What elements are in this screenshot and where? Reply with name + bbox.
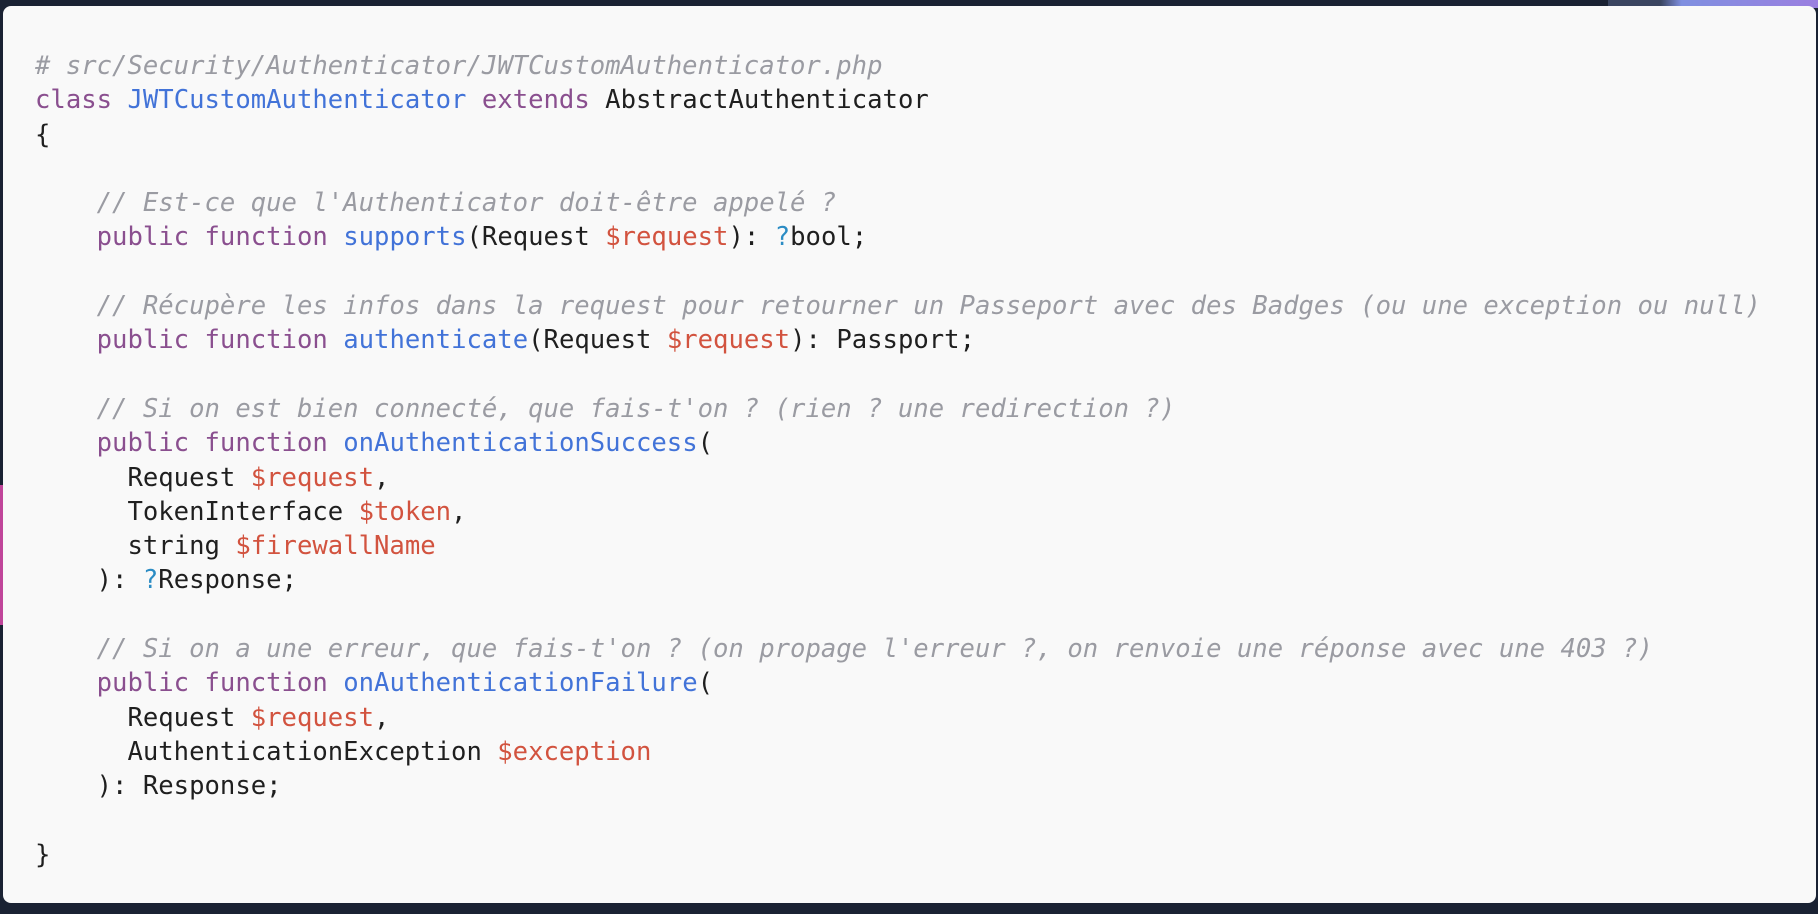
code-text: (Request (528, 325, 667, 356)
code-line: public function onAuthenticationSuccess( (35, 426, 1816, 460)
code-window: # src/Security/Authenticator/JWTCustomAu… (3, 6, 1816, 903)
variable-token: $exception (497, 736, 652, 767)
code-line: Request $request, (35, 701, 1816, 735)
code-text: ): (35, 565, 143, 596)
code-line: TokenInterface $token, (35, 495, 1816, 529)
keyword-token: function (204, 428, 328, 459)
code-line: string $firewallName (35, 529, 1816, 563)
keyword-token: public (96, 668, 190, 699)
variable-token: $firewallName (235, 531, 436, 562)
keyword-token: function (204, 222, 328, 253)
code-text: AuthenticationException (35, 736, 498, 767)
keyword-token: extends (481, 85, 590, 116)
code-line: ): Response; (35, 769, 1816, 803)
nullable-token: ? (774, 222, 791, 253)
keyword-token: class (35, 85, 113, 116)
code-text: ): Passport; (790, 325, 975, 356)
variable-token: $request (605, 222, 729, 253)
variable-token: $request (250, 702, 375, 733)
code-text: ): (728, 222, 775, 253)
code-line: { (35, 118, 1816, 152)
code-text: , (374, 702, 390, 733)
comment-token: // Si on a une erreur, que fais-t'on ? (… (96, 634, 1653, 665)
code-line: # src/Security/Authenticator/JWTCustomAu… (35, 49, 1816, 83)
identifier-token: authenticate (343, 325, 529, 356)
code-line: Request $request, (35, 461, 1816, 495)
code-text: ( (697, 668, 714, 699)
comment-token: # src/Security/Authenticator/JWTCustomAu… (35, 51, 883, 81)
code-block: # src/Security/Authenticator/JWTCustomAu… (35, 49, 1816, 872)
identifier-token: supports (343, 222, 467, 253)
code-text: ( (697, 428, 714, 459)
code-line: ): ?Response; (35, 563, 1816, 597)
comment-token: // Récupère les infos dans la request po… (96, 291, 1761, 322)
code-line: // Récupère les infos dans la request po… (35, 289, 1816, 323)
variable-token: $request (666, 325, 791, 356)
code-line: public function supports(Request $reques… (35, 220, 1816, 254)
variable-token: $request (250, 462, 375, 493)
code-line: AuthenticationException $exception (35, 735, 1816, 769)
keyword-token: public (96, 222, 190, 253)
code-text: TokenInterface (35, 496, 359, 527)
identifier-token: JWTCustomAuthenticator (127, 85, 467, 116)
code-text: string (35, 531, 236, 562)
code-text: bool; (790, 222, 868, 253)
code-line: class JWTCustomAuthenticator extends Abs… (35, 83, 1816, 117)
code-text: AbstractAuthenticator (589, 85, 929, 116)
variable-token: $token (358, 496, 452, 527)
code-line: } (35, 838, 1816, 872)
code-text: { (35, 119, 51, 150)
code-line: // Si on est bien connecté, que fais-t'o… (35, 392, 1816, 426)
keyword-token: public (96, 428, 190, 459)
code-line: public function authenticate(Request $re… (35, 323, 1816, 357)
code-text: (Request (466, 222, 606, 253)
keyword-token: function (204, 668, 328, 699)
code-line: public function onAuthenticationFailure( (35, 666, 1816, 700)
code-text: , (374, 462, 390, 493)
code-line: // Si on a une erreur, que fais-t'on ? (… (35, 632, 1816, 666)
keyword-token: function (204, 325, 328, 356)
code-text: Response; (158, 565, 297, 596)
code-text: } (35, 839, 51, 870)
code-text: ): Response; (35, 771, 282, 802)
code-line: // Est-ce que l'Authenticator doit-être … (35, 186, 1816, 220)
code-text: Request (35, 702, 251, 733)
comment-token: // Est-ce que l'Authenticator doit-être … (96, 188, 837, 219)
identifier-token: onAuthenticationSuccess (343, 428, 698, 459)
nullable-token: ? (142, 565, 159, 596)
comment-token: // Si on est bien connecté, que fais-t'o… (96, 393, 1176, 424)
code-text: Request (35, 462, 251, 493)
keyword-token: public (96, 325, 190, 356)
identifier-token: onAuthenticationFailure (343, 668, 698, 699)
code-text: , (451, 496, 467, 527)
